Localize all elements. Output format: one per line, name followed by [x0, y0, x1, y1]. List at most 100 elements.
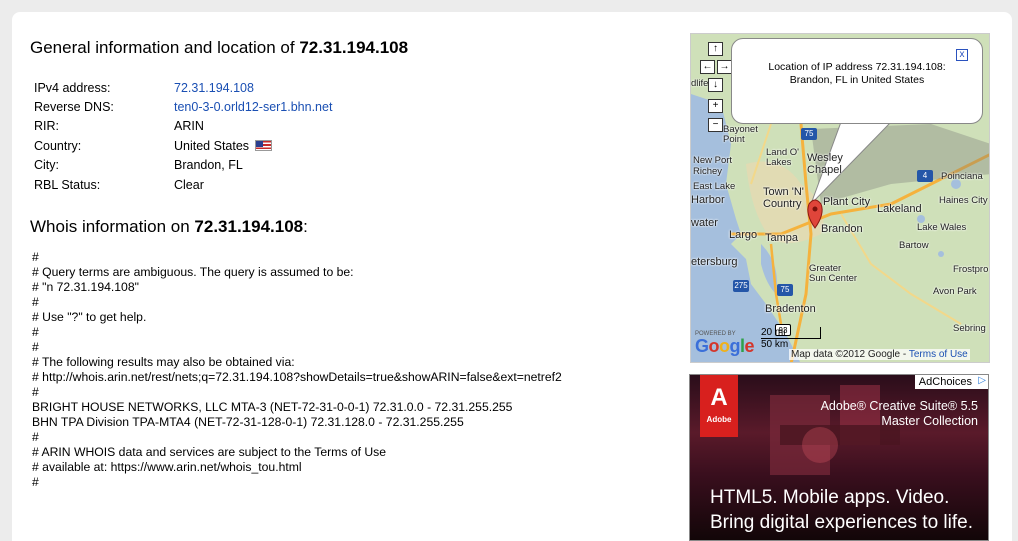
info-label: City:	[34, 158, 59, 173]
map-place-label: Bartow	[899, 240, 929, 251]
bubble-city-line: Brandon, FL in United States	[789, 74, 925, 86]
general-info-title-prefix: General information and location of	[30, 38, 295, 57]
info-value-link[interactable]: ten0-3-0.orld12-ser1.bhn.net	[174, 100, 332, 114]
info-value: Clear	[174, 177, 204, 192]
info-label: RBL Status:	[34, 177, 101, 192]
general-info-title-ip: 72.31.194.108	[299, 38, 409, 57]
info-label: Reverse DNS:	[34, 100, 114, 115]
whois-line: # Use "?" to get help.	[32, 310, 147, 324]
location-map[interactable]: dlife Bayonet Point Land O' Lakes Wesley…	[690, 33, 990, 363]
map-place-label: Lake Wales	[917, 222, 967, 233]
pan-down-button[interactable]: ↓	[708, 78, 723, 92]
google-logo[interactable]: Google	[695, 336, 755, 357]
zoom-out-button[interactable]: −	[708, 118, 723, 132]
whois-line: # http://whois.arin.net/rest/nets;q=72.3…	[32, 370, 562, 384]
whois-line: #	[32, 385, 39, 399]
general-info-table: IPv4 address: 72.31.194.108 Reverse DNS: te…	[34, 78, 332, 194]
whois-line: #	[32, 430, 39, 444]
map-place-label: Frostpro	[953, 264, 989, 275]
map-attribution: Map data ©2012 Google - Terms of Use	[789, 349, 970, 360]
info-label: Country:	[34, 138, 82, 153]
map-place-label: etersburg	[691, 256, 738, 268]
adobe-logo-text: Adobe	[706, 415, 732, 424]
info-value-link[interactable]: 72.31.194.108	[174, 81, 254, 95]
ad-tagline-line1: HTML5. Mobile apps. Video.	[710, 487, 950, 508]
adobe-logo-letter: A	[710, 384, 728, 411]
whois-line: #	[32, 250, 39, 264]
whois-title-prefix: Whois information on	[30, 217, 190, 236]
info-row: RIR: ARIN	[34, 117, 332, 136]
map-place-label: East Lake	[693, 181, 736, 192]
whois-line: #	[32, 340, 39, 354]
adobe-ad-banner[interactable]: AdChoices A Adobe Adobe® Creative Suite®…	[689, 374, 989, 541]
info-row: IPv4 address: 72.31.194.108	[34, 78, 332, 97]
info-row: Reverse DNS: ten0-3-0.orld12-ser1.bhn.net	[34, 97, 332, 116]
map-place-label: Avon Park	[933, 286, 977, 297]
map-place-label: Lakeland	[877, 203, 922, 215]
whois-line: #	[32, 475, 39, 489]
info-value: Brandon, FL	[174, 158, 243, 173]
map-place-label: Brandon	[821, 223, 863, 235]
info-label: RIR:	[34, 119, 59, 134]
map-place-label: dlife	[691, 78, 709, 89]
map-place-label: Land O' Lakes	[766, 147, 799, 168]
map-place-label: Harbor	[691, 194, 725, 206]
ad-tagline-line2: Bring digital experiences to life.	[710, 512, 973, 533]
whois-text: # # Query terms are ambiguous. The query …	[32, 250, 562, 490]
pan-right-button[interactable]: →	[717, 60, 732, 74]
map-place-label: Wesley Chapel	[807, 152, 843, 176]
map-place-label: Bayonet Point	[723, 124, 758, 145]
map-place-label: Tampa	[765, 232, 799, 244]
terms-of-use-link[interactable]: Terms of Use	[909, 349, 968, 360]
map-place-label: Plant City	[823, 196, 871, 208]
info-bubble: Location of IP address 72.31.194.108: Br…	[731, 38, 983, 124]
info-row: Country: United States	[34, 136, 332, 155]
whois-title-ip: 72.31.194.108	[194, 217, 304, 236]
interstate-shield-icon: 75	[777, 284, 793, 296]
info-value: ARIN	[174, 119, 204, 134]
zoom-in-button[interactable]: +	[708, 99, 723, 113]
whois-line: # The following results may also be obta…	[32, 355, 295, 369]
whois-title: Whois information on 72.31.194.108:	[30, 217, 308, 237]
bubble-location-line: Location of IP address 72.31.194.108:	[768, 61, 946, 73]
map-place-label: Largo	[729, 229, 758, 241]
whois-line: BHN TPA Division TPA-MTA4 (NET-72-31-128…	[32, 415, 464, 429]
whois-title-suffix: :	[303, 217, 308, 236]
pan-up-button[interactable]: ↑	[708, 42, 723, 56]
whois-line: BRIGHT HOUSE NETWORKS, LLC MTA-3 (NET-72…	[32, 400, 513, 414]
map-place-label: Sebring	[953, 323, 986, 334]
info-label: IPv4 address:	[34, 80, 111, 95]
map-place-label: water	[691, 217, 718, 229]
map-place-label: Poinciana	[941, 171, 983, 182]
whois-line: #	[32, 295, 39, 309]
map-place-label: Greater Sun Center	[809, 263, 858, 284]
info-row: City: Brandon, FL	[34, 156, 332, 175]
whois-line: # "n 72.31.194.108"	[32, 280, 139, 294]
whois-line: # ARIN WHOIS data and services are subje…	[32, 445, 387, 459]
ad-product-line1: Adobe® Creative Suite® 5.5	[820, 399, 978, 413]
info-row: RBL Status: Clear	[34, 175, 332, 194]
general-info-title: General information and location of 72.3…	[30, 38, 408, 58]
map-data-copyright: Map data ©2012 Google	[791, 349, 901, 360]
whois-line: #	[32, 325, 39, 339]
interstate-shield-icon: 275	[733, 280, 749, 292]
adchoices-link[interactable]: AdChoices	[914, 375, 988, 389]
map-scale: 20 mi 50 km	[761, 327, 821, 350]
map-place-label: Haines City	[939, 195, 988, 206]
adobe-logo: A Adobe	[700, 375, 738, 437]
close-icon[interactable]: x	[956, 49, 968, 61]
map-place-label: Town 'N' Country	[763, 186, 804, 210]
whois-line: # Query terms are ambiguous. The query i…	[32, 265, 354, 279]
pan-left-button[interactable]: ←	[700, 60, 715, 74]
ad-product-name: Adobe® Creative Suite® 5.5 Master Collec…	[821, 399, 978, 429]
ad-tagline: HTML5. Mobile apps. Video. Bring digital…	[710, 485, 973, 535]
scale-miles: 20 mi	[761, 327, 821, 339]
whois-line: # available at: https://www.arin.net/who…	[32, 460, 302, 474]
interstate-shield-icon: 75	[801, 128, 817, 140]
us-flag-icon	[255, 140, 273, 152]
ad-product-line2: Master Collection	[881, 414, 978, 428]
info-value: United States	[174, 138, 250, 153]
map-place-label: New Port Richey	[693, 155, 733, 177]
interstate-shield-icon: 4	[917, 170, 933, 182]
map-place-label: Bradenton	[765, 303, 816, 315]
